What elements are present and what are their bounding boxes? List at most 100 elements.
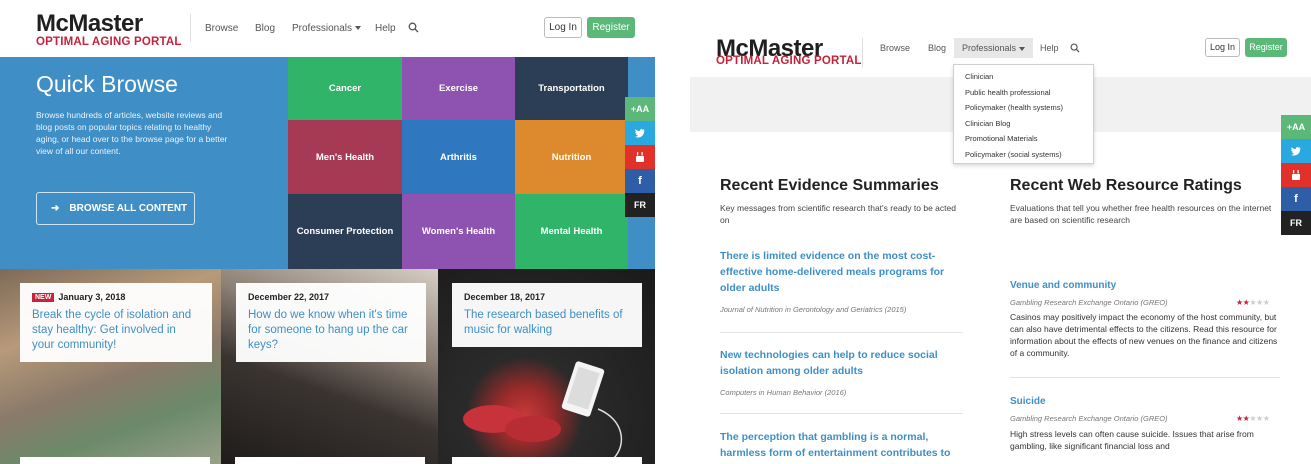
quick-browse-panel: Quick Browse Browse hundreds of articles… (0, 57, 288, 269)
evidence-section-title: Recent Evidence Summaries (720, 177, 939, 194)
chevron-down-icon (355, 26, 362, 31)
site-header: McMaster OPTIMAL AGING PORTAL Browse Blo… (690, 0, 1311, 68)
article-date: December 18, 2017 (464, 292, 546, 302)
rating-stars: ★★★★★ (1236, 414, 1270, 423)
next-card-stub (452, 457, 642, 464)
topic-tile-men-s-health[interactable]: Men's Health (288, 120, 402, 194)
topic-tile-nutrition[interactable]: Nutrition (515, 120, 628, 194)
header-divider (190, 14, 191, 42)
article-card[interactable]: NEW January 3, 2018 Break the cycle of iso… (20, 283, 212, 362)
topic-tile-label: Transportation (538, 83, 605, 94)
star-filled-icon: ★ (1236, 298, 1243, 307)
divider (720, 413, 963, 414)
topic-tile-consumer-protection[interactable]: Consumer Protection (288, 194, 402, 269)
evidence-item-title[interactable]: New technologies can help to reduce soci… (720, 347, 965, 379)
youtube-icon[interactable] (625, 145, 655, 169)
facebook-icon[interactable]: f (625, 169, 655, 193)
web-resource-source: Gambling Research Exchange Ontario (GREO… (1010, 298, 1168, 307)
twitter-icon[interactable] (1281, 139, 1311, 163)
twitter-icon[interactable] (625, 121, 655, 145)
professionals-dropdown-menu: Clinician Public health professional Polic… (953, 64, 1094, 164)
search-icon[interactable] (408, 22, 419, 33)
article-date-row: December 18, 2017 (464, 292, 630, 302)
article-date: December 22, 2017 (248, 292, 330, 302)
nav-browse[interactable]: Browse (205, 23, 238, 34)
french-language-button[interactable]: FR (1281, 211, 1311, 235)
search-icon[interactable] (1070, 43, 1080, 53)
register-button[interactable]: Register (587, 17, 635, 38)
web-resource-title[interactable]: Suicide (1010, 396, 1046, 407)
web-resource-source: Gambling Research Exchange Ontario (GREO… (1010, 414, 1168, 423)
article-title[interactable]: How do we know when it's time for someon… (248, 308, 414, 353)
topic-tile-mental-health[interactable]: Mental Health (515, 194, 628, 269)
nav-help[interactable]: Help (375, 23, 396, 34)
nav-blog[interactable]: Blog (255, 23, 275, 34)
text-size-button[interactable]: +AA (1281, 115, 1311, 139)
web-resource-description: High stress levels can often cause suici… (1010, 429, 1254, 451)
header-divider (862, 38, 863, 68)
evidence-section-subtitle: Key messages from scientific research th… (720, 203, 956, 225)
dropdown-item-clinician-blog[interactable]: Clinician Blog (954, 116, 1093, 132)
nav-professionals[interactable]: Professionals (292, 23, 362, 34)
rating-stars: ★★★★★ (1236, 298, 1270, 307)
french-language-button-label: FR (1290, 218, 1302, 228)
article-date-row: December 22, 2017 (248, 292, 414, 302)
article-title[interactable]: The research based benefits of music for… (464, 308, 630, 338)
topic-tile-label: Consumer Protection (296, 226, 394, 237)
french-language-button-label: FR (634, 200, 646, 210)
quick-browse-description: Browse hundreds of articles, website rev… (36, 110, 228, 156)
topic-tile-label: Men's Health (315, 151, 375, 163)
logo-mcmaster[interactable]: McMaster (36, 10, 143, 38)
star-empty-icon: ★ (1256, 298, 1263, 307)
star-empty-icon: ★ (1256, 414, 1263, 423)
login-button[interactable]: Log In (1205, 38, 1240, 57)
topic-tile-label: Women's Health (421, 226, 496, 237)
next-card-stub (20, 457, 210, 464)
french-language-button[interactable]: FR (625, 193, 655, 217)
nav-help[interactable]: Help (1040, 43, 1059, 53)
star-empty-icon: ★ (1249, 414, 1257, 423)
evidence-item-source: Computers in Human Behavior (2016) (720, 388, 847, 397)
dropdown-item-policymaker-health-systems[interactable]: Policymaker (health systems) (954, 100, 1093, 116)
text-size-button[interactable]: +AA (625, 97, 655, 121)
new-badge: NEW (32, 293, 55, 302)
article-date: January 3, 2018 (58, 292, 126, 302)
nav-professionals[interactable]: Professionals (954, 38, 1034, 58)
dropdown-item-public-health-professional[interactable]: Public health professional (954, 85, 1093, 101)
dropdown-item-promotional-materials[interactable]: Promotional Materials (954, 131, 1093, 147)
star-empty-icon: ★ (1262, 414, 1270, 423)
dropdown-item-policymaker-social-systems[interactable]: Policymaker (social systems) (954, 147, 1093, 163)
topic-tile-label: Arthritis (440, 151, 477, 163)
login-button[interactable]: Log In (544, 17, 582, 38)
topic-tile-cancer[interactable]: Cancer (288, 57, 402, 120)
evidence-item-title[interactable]: The perception that gambling is a normal… (720, 429, 965, 461)
dropdown-item-clinician[interactable]: Clinician (954, 69, 1093, 85)
register-button[interactable]: Register (1245, 38, 1287, 57)
topic-tile-women-s-health[interactable]: Women's Health (402, 194, 515, 269)
article-title[interactable]: Break the cycle of isolation and stay he… (32, 308, 200, 353)
article-card[interactable]: December 22, 2017 How do we know when it'… (236, 283, 426, 362)
homepage-panel: McMaster OPTIMAL AGING PORTAL Browse Blo… (0, 0, 655, 464)
logo-subtitle[interactable]: OPTIMAL AGING PORTAL (716, 55, 862, 67)
arrow-right-icon: ➜ (51, 203, 60, 214)
site-header: McMaster OPTIMAL AGING PORTAL Browse Blo… (0, 0, 655, 57)
browse-all-button[interactable]: ➜ BROWSE ALL CONTENT (36, 192, 195, 225)
topic-tile-arthritis[interactable]: Arthritis (402, 120, 515, 194)
logo-subtitle[interactable]: OPTIMAL AGING PORTAL (36, 36, 182, 48)
web-resource-title[interactable]: Venue and community (1010, 280, 1116, 291)
divider (1010, 377, 1280, 378)
nav-blog[interactable]: Blog (928, 43, 946, 53)
topic-tile-transportation[interactable]: Transportation (515, 57, 628, 120)
professionals-menu-panel: McMaster OPTIMAL AGING PORTAL Browse Blo… (690, 0, 1311, 464)
youtube-icon[interactable] (1281, 163, 1311, 187)
facebook-icon[interactable]: f (1281, 187, 1311, 211)
divider (720, 332, 963, 333)
evidence-item-title[interactable]: There is limited evidence on the most co… (720, 248, 965, 296)
article-card[interactable]: December 18, 2017 The research based bene… (452, 283, 642, 347)
web-ratings-section-title: Recent Web Resource Ratings (1010, 177, 1242, 194)
nav-browse[interactable]: Browse (880, 43, 910, 53)
topic-tile-exercise[interactable]: Exercise (402, 57, 515, 120)
web-resource-description: Casinos may positively impact the econom… (1010, 312, 1278, 358)
next-card-stub (235, 457, 425, 464)
topic-tile-label: Exercise (438, 83, 479, 94)
